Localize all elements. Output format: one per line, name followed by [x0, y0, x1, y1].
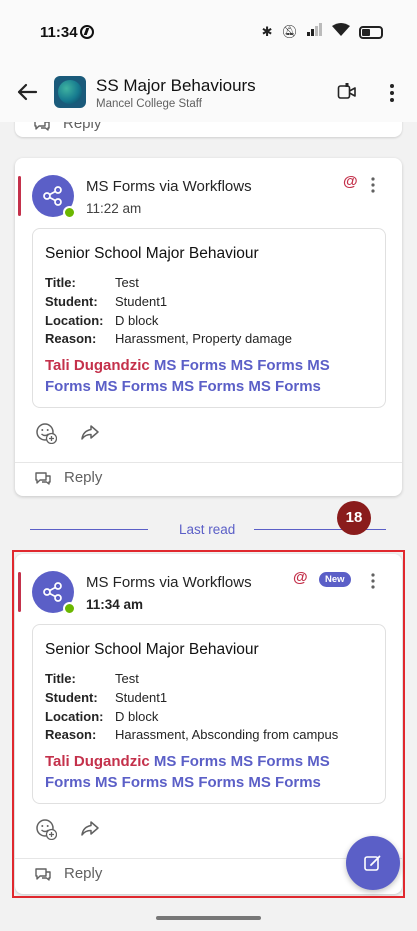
reply-bubble-icon: [35, 471, 51, 485]
status-icons: ✱ 🔕︎: [262, 23, 383, 41]
share-nodes-icon: [43, 186, 62, 206]
channel-header: SS Major Behaviours Mancel College Staff: [0, 62, 417, 122]
fact-row-location: Location: D block: [45, 313, 159, 328]
battery-icon: [359, 25, 383, 39]
team-name: Mancel College Staff: [96, 98, 202, 110]
signal-icon: [307, 23, 323, 41]
last-read-label: Last read: [179, 522, 236, 537]
add-reaction-icon[interactable]: [35, 422, 58, 449]
reply-bubble-icon: [34, 122, 50, 131]
card-title: Senior School Major Behaviour: [45, 245, 259, 262]
reply-label: Reply: [63, 122, 102, 132]
chat-area[interactable]: Reply MS Forms via Workflows 11:22 am @ …: [0, 122, 417, 912]
urgent-accent-bar: [18, 176, 21, 216]
reaction-row: [35, 422, 101, 449]
sender-name[interactable]: MS Forms via Workflows: [86, 178, 252, 195]
unread-count-badge[interactable]: 18: [337, 501, 371, 535]
message-time: 11:22 am: [86, 201, 142, 216]
at-mention-icon: @: [343, 173, 358, 190]
mute-icon: 🔕︎: [281, 24, 298, 39]
back-arrow-icon[interactable]: [14, 79, 40, 105]
last-read-divider: Last read: [30, 522, 386, 537]
reply-button[interactable]: Reply: [33, 122, 101, 132]
mentions: Tali Dugandzic MS Forms MS Forms MS Form…: [45, 355, 375, 397]
status-time: 11:34: [40, 24, 78, 41]
compose-icon: [364, 855, 381, 871]
message-more-icon[interactable]: [370, 176, 376, 194]
data-saver-icon: [80, 25, 94, 39]
fact-row-reason: Reason: Harassment, Property damage: [45, 331, 293, 346]
highlight-outline: [12, 550, 405, 898]
wifi-icon: [332, 23, 350, 41]
bluetooth-icon: ✱: [261, 24, 273, 39]
mention-person[interactable]: Tali Dugandzic: [45, 357, 150, 374]
reply-button[interactable]: Reply: [34, 469, 102, 486]
fact-row-title: Title: Test: [45, 275, 139, 290]
message-card[interactable]: MS Forms via Workflows 11:22 am @ Senior…: [15, 158, 402, 496]
channel-avatar[interactable]: [54, 76, 86, 108]
status-bar: 11:34 ✱ 🔕︎: [0, 0, 417, 62]
more-options-icon[interactable]: [386, 82, 398, 104]
home-indicator[interactable]: [156, 916, 261, 920]
fact-row-student: Student: Student1: [45, 294, 168, 309]
previous-message-card: Reply: [15, 122, 402, 137]
new-post-button[interactable]: [346, 836, 400, 890]
presence-available-icon: [63, 206, 76, 219]
video-call-icon[interactable]: [337, 82, 357, 102]
channel-title[interactable]: SS Major Behaviours: [96, 76, 256, 96]
adaptive-card: Senior School Major Behaviour Title: Tes…: [32, 228, 386, 408]
divider: [15, 462, 402, 463]
reply-label: Reply: [64, 469, 103, 486]
share-forward-icon[interactable]: [79, 422, 101, 449]
